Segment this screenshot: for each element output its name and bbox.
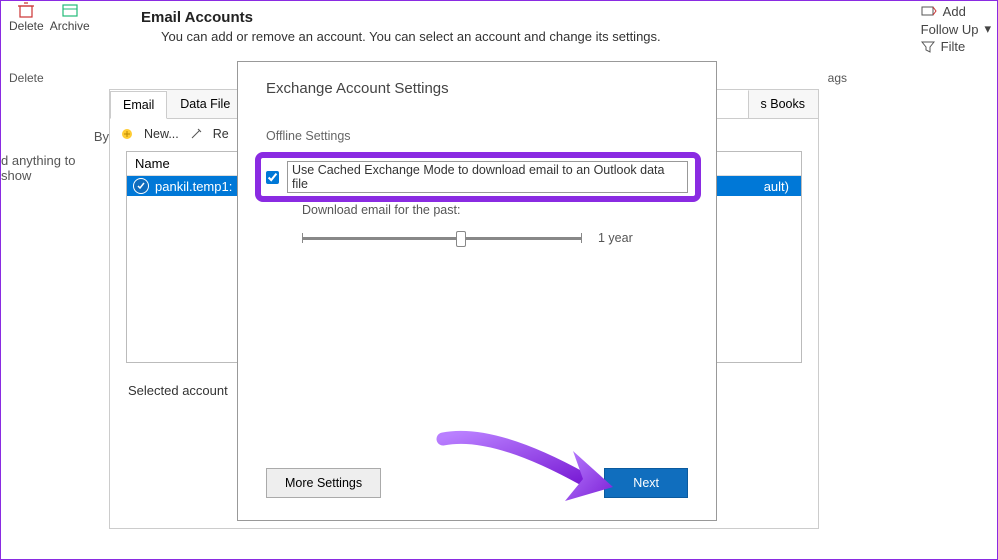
archive-icon (60, 1, 80, 19)
cached-mode-label: Use Cached Exchange Mode to download ema… (287, 161, 688, 193)
cached-mode-checkbox[interactable] (266, 171, 279, 184)
tab-data-files[interactable]: Data File (167, 90, 243, 118)
cached-mode-row[interactable]: Use Cached Exchange Mode to download ema… (266, 161, 688, 193)
ribbon-archive-label: Archive (50, 19, 90, 33)
tab-datafiles-label: Data File (180, 97, 230, 111)
filter-label: Filte (941, 39, 966, 54)
account-email: pankil.temp1: (155, 179, 232, 194)
delete-button[interactable]: Delete (9, 1, 44, 33)
add-button[interactable]: Add (921, 3, 991, 19)
new-icon (120, 127, 134, 141)
tab-address-books[interactable]: s Books (748, 90, 818, 118)
slider-track[interactable] (302, 237, 582, 240)
archive-button[interactable]: Archive (50, 1, 90, 33)
page-title: Email Accounts (141, 9, 253, 26)
delete-icon (16, 1, 36, 19)
default-badge: ault) (758, 179, 795, 194)
check-icon (133, 178, 149, 194)
followup-label: Follow Up (921, 22, 979, 37)
add-icon (921, 3, 937, 19)
ribbon-delete-label: Delete (9, 19, 44, 33)
exchange-settings-dialog: Exchange Account Settings Offline Settin… (237, 61, 717, 521)
page-description: You can add or remove an account. You ca… (161, 29, 661, 44)
next-button[interactable]: Next (604, 468, 688, 498)
repair-button[interactable]: Re (213, 127, 229, 141)
download-range-slider[interactable]: 1 year (302, 231, 688, 245)
chevron-down-icon: ▾ (984, 21, 991, 37)
slider-thumb[interactable] (456, 231, 466, 247)
new-account-button[interactable]: New... (144, 127, 179, 141)
add-label: Add (943, 4, 966, 19)
ribbon-group-tags: ags (828, 71, 847, 85)
arrange-by-label: By (9, 129, 109, 144)
filter-icon (921, 40, 935, 54)
empty-list-text: d anything to show (1, 153, 109, 183)
tab-books-label: s Books (761, 97, 805, 111)
filter-button[interactable]: Filte (921, 39, 991, 54)
tab-email-label: Email (123, 98, 154, 112)
dialog-title: Exchange Account Settings (266, 80, 688, 97)
tab-email[interactable]: Email (110, 91, 167, 119)
slider-value: 1 year (598, 231, 633, 245)
more-settings-button[interactable]: More Settings (266, 468, 381, 498)
ribbon-group-delete: Delete (9, 71, 44, 85)
download-past-label: Download email for the past: (302, 203, 688, 217)
offline-settings-label: Offline Settings (266, 129, 688, 143)
followup-button[interactable]: Follow Up ▾ (921, 21, 991, 37)
repair-icon (189, 127, 203, 141)
